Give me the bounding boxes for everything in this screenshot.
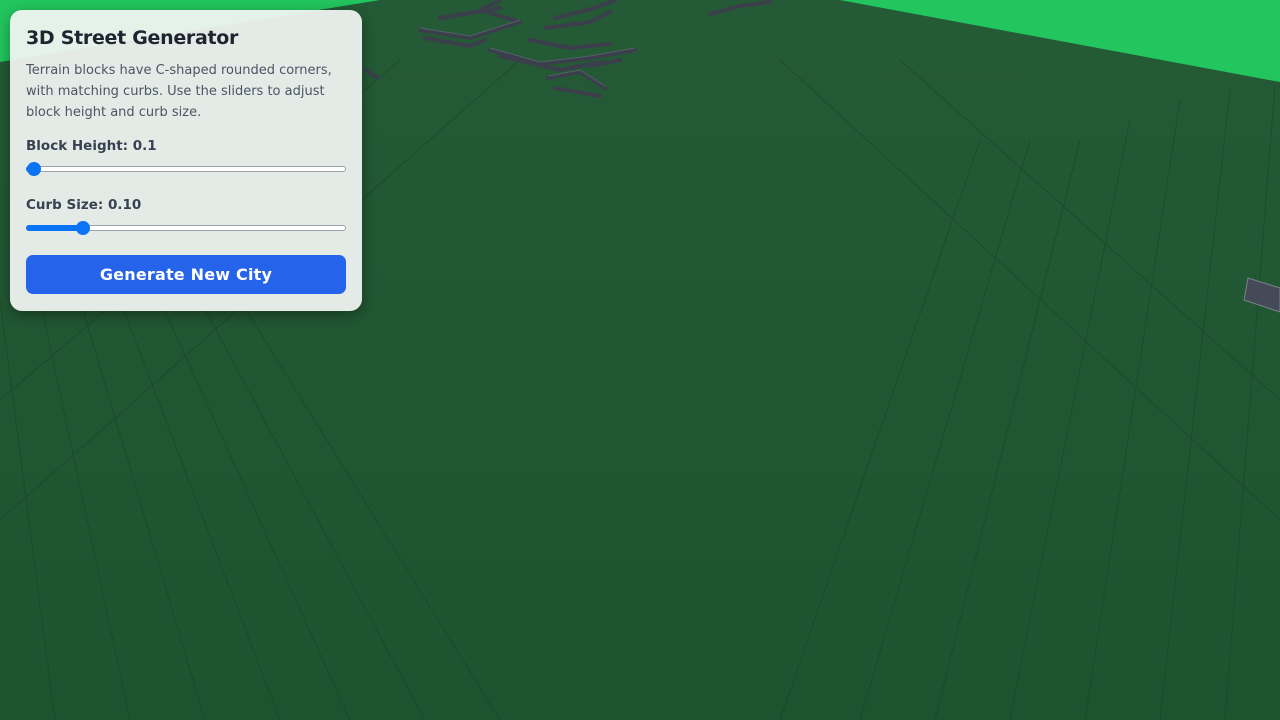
block-height-slider[interactable] (26, 161, 346, 177)
control-panel: 3D Street Generator Terrain blocks have … (10, 10, 362, 311)
block-height-control: Block Height: 0.1 (26, 137, 346, 177)
curb-size-control: Curb Size: 0.10 (26, 196, 346, 236)
generate-city-button[interactable]: Generate New City (26, 255, 346, 294)
slider-thumb[interactable] (27, 162, 41, 176)
3d-viewport[interactable]: 3D Street Generator Terrain blocks have … (0, 0, 1280, 720)
panel-title: 3D Street Generator (26, 27, 239, 49)
curb-size-label: Curb Size: 0.10 (26, 197, 142, 213)
block-height-label: Block Height: 0.1 (26, 138, 157, 154)
slider-fill (26, 225, 83, 231)
slider-thumb[interactable] (75, 221, 90, 235)
curb-size-slider[interactable] (26, 220, 346, 236)
panel-description: Terrain blocks have C-shaped rounded cor… (26, 63, 332, 120)
slider-rail (26, 166, 346, 172)
